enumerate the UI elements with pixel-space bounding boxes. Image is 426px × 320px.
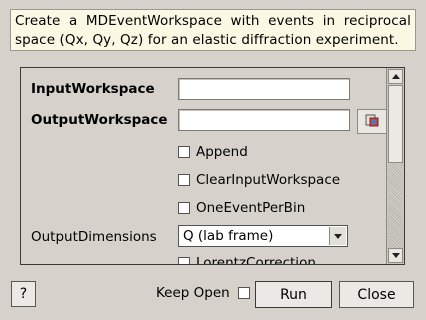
output-dimensions-select[interactable]: Q (lab frame) — [178, 225, 348, 247]
scroll-up-arrow-icon[interactable] — [388, 69, 403, 84]
one-event-option[interactable]: OneEventPerBin — [178, 200, 305, 216]
keep-open-option[interactable]: Keep Open — [156, 285, 250, 301]
run-button[interactable]: Run — [255, 281, 332, 308]
output-workspace-label: OutputWorkspace — [31, 112, 168, 128]
lorentz-checkbox[interactable] — [178, 257, 190, 264]
keep-open-label: Keep Open — [156, 285, 230, 301]
clear-input-option[interactable]: ClearInputWorkspace — [178, 172, 340, 188]
scroll-down-arrow-icon[interactable] — [388, 248, 403, 263]
one-event-label: OneEventPerBin — [196, 200, 306, 216]
one-event-checkbox[interactable] — [178, 202, 190, 214]
keep-open-checkbox[interactable] — [237, 287, 250, 299]
input-workspace-label: InputWorkspace — [31, 81, 155, 97]
append-option[interactable]: Append — [178, 144, 248, 160]
close-button[interactable]: Close — [339, 281, 414, 308]
properties-panel: InputWorkspace OutputWorkspace Append Cl… — [20, 67, 405, 265]
help-button[interactable]: ? — [11, 281, 36, 307]
algorithm-description: Create a MDEventWorkspace with events in… — [10, 9, 416, 51]
lorentz-label: LorentzCorrection — [196, 255, 316, 265]
workspace-browse-icon — [365, 113, 379, 131]
scrollbar-thumb[interactable] — [388, 85, 403, 163]
append-checkbox[interactable] — [178, 146, 190, 158]
dropdown-arrow-icon[interactable] — [329, 227, 346, 245]
output-dimensions-label: OutputDimensions — [31, 229, 157, 245]
output-dimensions-value: Q (lab frame) — [183, 228, 274, 244]
workspace-browse-button[interactable] — [357, 109, 387, 134]
lorentz-option[interactable]: LorentzCorrection — [178, 255, 316, 265]
clear-input-checkbox[interactable] — [178, 174, 190, 186]
input-workspace-field[interactable] — [178, 78, 350, 100]
clear-input-label: ClearInputWorkspace — [196, 172, 341, 188]
output-workspace-field[interactable] — [178, 109, 350, 131]
append-label: Append — [196, 144, 248, 160]
vertical-scrollbar[interactable] — [386, 68, 404, 264]
scrollbar-track[interactable] — [388, 164, 403, 248]
